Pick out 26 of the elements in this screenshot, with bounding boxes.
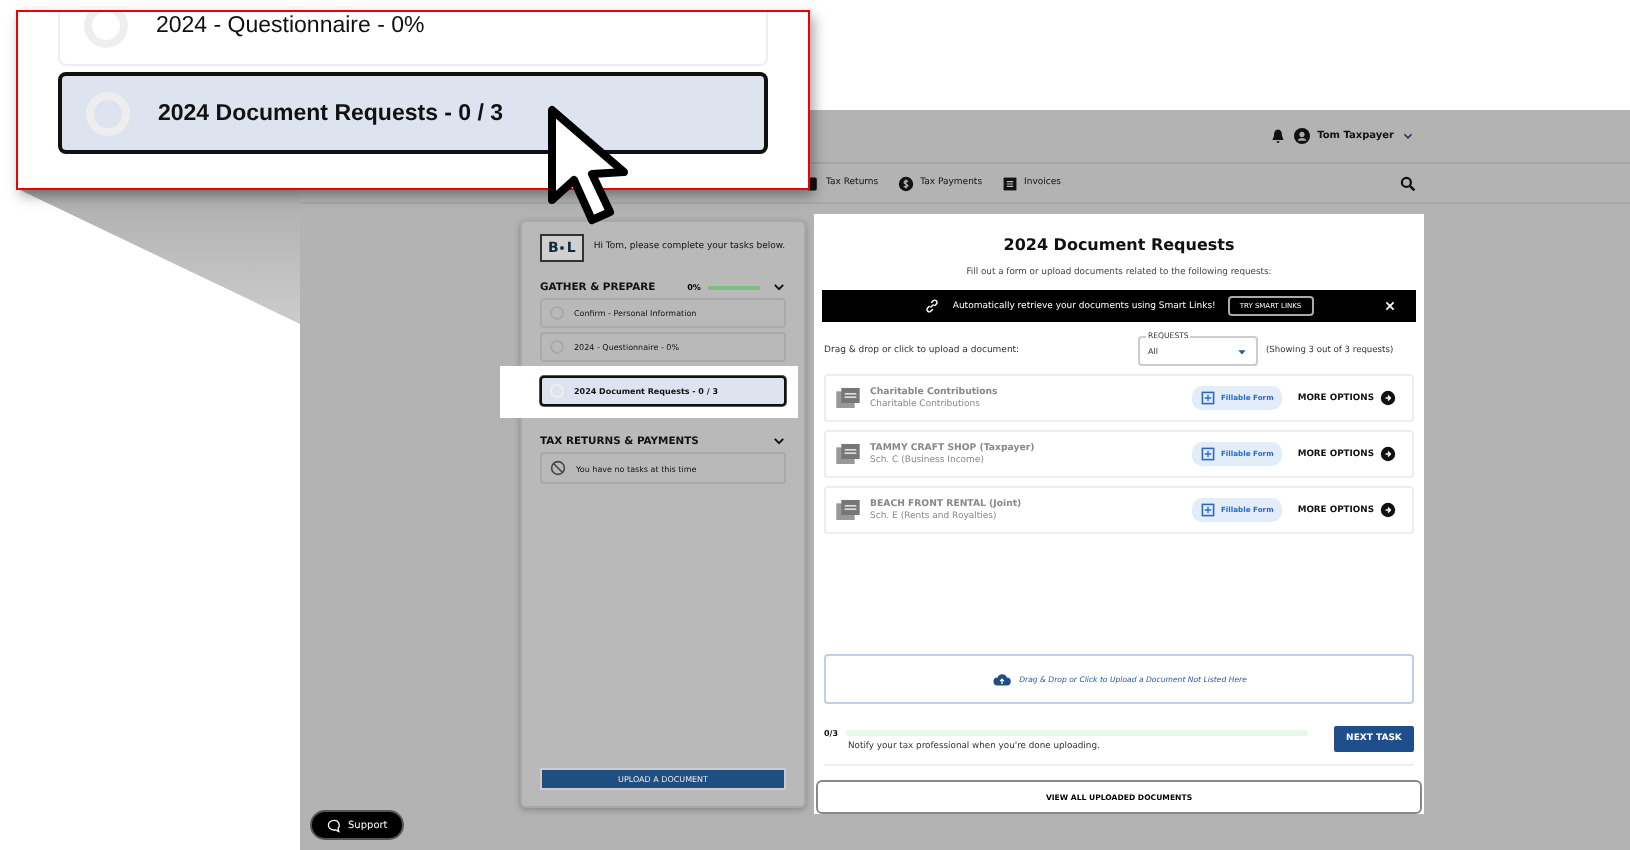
form-icon — [1200, 390, 1217, 406]
chevron-down-icon[interactable] — [1402, 130, 1414, 142]
invoice-icon — [1002, 175, 1019, 191]
task-item[interactable]: 2024 Document Requests - 0 / 3 — [58, 72, 768, 154]
task-item[interactable]: 2024 - Questionnaire - 0% — [58, 12, 768, 66]
form-icon — [1200, 502, 1217, 518]
chat-icon — [326, 817, 342, 833]
search-icon[interactable] — [1400, 175, 1416, 191]
no-entry-icon — [550, 460, 566, 476]
bell-icon[interactable] — [1269, 128, 1286, 144]
link-icon — [924, 298, 941, 314]
pdf-icon — [836, 388, 860, 408]
cloud-upload-icon — [991, 671, 1012, 687]
arrow-circle-icon — [1380, 502, 1396, 518]
chevron-down-icon[interactable] — [772, 434, 786, 448]
close-icon[interactable] — [1384, 300, 1396, 312]
pdf-icon — [836, 444, 860, 464]
dollar-icon — [898, 175, 915, 191]
chevron-down-icon[interactable] — [772, 280, 786, 294]
arrow-circle-icon — [1380, 446, 1396, 462]
avatar-icon[interactable] — [1293, 128, 1310, 144]
pdf-icon — [836, 500, 860, 520]
panel-title: 2024 Document Requests — [1001, 236, 1237, 254]
caret-icon — [1236, 345, 1248, 357]
arrow-circle-icon — [1380, 390, 1396, 406]
form-icon — [1200, 446, 1217, 462]
